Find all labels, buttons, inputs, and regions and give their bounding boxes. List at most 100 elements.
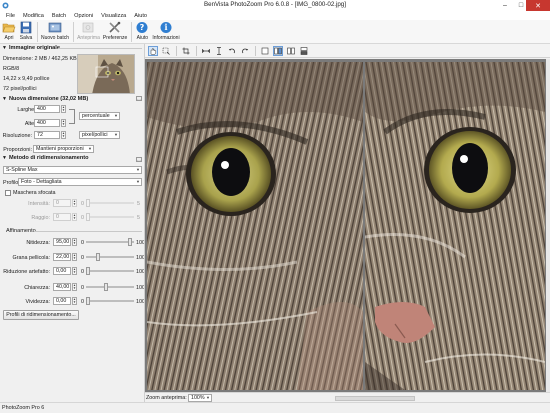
- method-options-button[interactable]: …: [136, 157, 142, 162]
- blur-mask-checkbox[interactable]: [5, 190, 11, 196]
- crop-button[interactable]: [181, 46, 191, 56]
- cat-image-original: [147, 62, 363, 390]
- sharpness-label: Nitidezza:: [26, 240, 50, 246]
- fit-height-button[interactable]: [214, 46, 224, 56]
- menu-help[interactable]: Aiuto: [130, 13, 151, 19]
- sharpness-input[interactable]: 95,00: [53, 238, 71, 246]
- brightness-min: 0: [81, 285, 84, 291]
- menu-batch[interactable]: Batch: [48, 13, 70, 19]
- rotate-left-button[interactable]: [227, 46, 237, 56]
- toolbar-separator: [73, 22, 75, 42]
- size-unit-select[interactable]: percentuale ▼: [79, 112, 120, 120]
- status-bar: PhotoZoom Pro 6: [0, 402, 550, 413]
- image-viewer[interactable]: [145, 59, 550, 392]
- vividness-min: 0: [81, 299, 84, 305]
- enlarged-preview-pane[interactable]: [365, 62, 545, 390]
- rotate-left-icon: [228, 48, 235, 53]
- artifact-slider[interactable]: [86, 267, 134, 275]
- intensity-input[interactable]: 0: [53, 199, 71, 207]
- vividness-max: 100: [136, 299, 145, 305]
- image-toolbar: [145, 44, 550, 58]
- height-input[interactable]: 400: [34, 119, 60, 127]
- new-batch-button[interactable]: Nuovo batch: [41, 20, 69, 41]
- grain-spinner[interactable]: ▲ ▼: [72, 253, 77, 261]
- original-preview-pane[interactable]: [147, 62, 363, 390]
- new-size-header[interactable]: ▼ Nuova dimensione (32,02 MB): [2, 96, 88, 102]
- height-spinner[interactable]: ▲ ▼: [61, 119, 66, 127]
- width-spinner[interactable]: ▲ ▼: [61, 105, 66, 113]
- radius-spinner[interactable]: ▲ ▼: [72, 213, 77, 221]
- profile-select[interactable]: Foto - Dettagliata ▼: [18, 178, 142, 186]
- original-thumbnail[interactable]: [77, 54, 135, 94]
- preview-button[interactable]: Anteprima: [77, 20, 100, 41]
- original-color-mode: RGB/8: [3, 66, 20, 72]
- resize-profiles-button[interactable]: Profili di ridimensionamento...: [3, 310, 79, 320]
- main-toolbar: Apri Salva Nuovo batch Anteprima Prefere…: [0, 20, 550, 44]
- close-button[interactable]: ✕: [526, 0, 550, 11]
- split-view-button[interactable]: [286, 46, 296, 56]
- grain-input[interactable]: 22,00: [53, 253, 71, 261]
- crop-view-button[interactable]: [161, 46, 171, 56]
- split-horizontal-view-button[interactable]: [299, 46, 309, 56]
- horizontal-scrollbar[interactable]: [335, 396, 415, 401]
- window-title: BenVista PhotoZoom Pro 6.0.8 - [IMG_0800…: [204, 1, 346, 8]
- width-input[interactable]: 400: [34, 105, 60, 113]
- single-view-icon: [261, 47, 269, 54]
- save-button[interactable]: Salva: [19, 20, 33, 41]
- resolution-spinner[interactable]: ▲ ▼: [61, 131, 66, 139]
- menu-view[interactable]: Visualizza: [97, 13, 130, 19]
- blur-mask-label: Maschera sfocata: [13, 190, 56, 196]
- method-header[interactable]: ▼ Metodo di ridimensionamento: [2, 155, 89, 161]
- radius-input[interactable]: 0: [53, 213, 71, 221]
- brightness-slider[interactable]: [86, 283, 134, 291]
- rotate-right-button[interactable]: [240, 46, 250, 56]
- fit-width-button[interactable]: [201, 46, 211, 56]
- single-view-button[interactable]: [260, 46, 270, 56]
- split-view-icon: [287, 47, 295, 54]
- original-image-header[interactable]: ▼ Immagine originale: [2, 45, 60, 51]
- grain-max: 100: [136, 255, 145, 261]
- help-button[interactable]: ? Aiuto: [135, 20, 149, 41]
- grain-label: Grana pellicola:: [12, 255, 50, 261]
- viewer-scrollbar[interactable]: [546, 59, 550, 392]
- intensity-spinner[interactable]: ▲ ▼: [72, 199, 77, 207]
- artifact-max: 100: [136, 269, 145, 275]
- folder-open-icon: [2, 23, 16, 33]
- fit-height-icon: [217, 46, 221, 55]
- menu-file[interactable]: File: [2, 13, 19, 19]
- vividness-slider[interactable]: [86, 297, 134, 305]
- radius-slider[interactable]: [86, 213, 134, 221]
- original-size-inches: 14,22 x 9,49 pollice: [3, 76, 50, 82]
- sharpness-spinner[interactable]: ▲ ▼: [72, 238, 77, 246]
- info-button[interactable]: i Informazioni: [152, 20, 180, 41]
- hand-icon: [150, 47, 157, 55]
- intensity-slider[interactable]: [86, 199, 134, 207]
- brightness-input[interactable]: 40,00: [53, 283, 71, 291]
- split-vertical-view-button[interactable]: [273, 45, 283, 56]
- zoom-select[interactable]: 100% ▼: [188, 394, 212, 402]
- intensity-max: 5: [137, 201, 140, 207]
- toolbar-separator: [37, 22, 38, 42]
- artifact-input[interactable]: 0,00: [53, 267, 71, 275]
- algorithm-select[interactable]: S-Spline Max ▼: [3, 166, 142, 174]
- grain-slider[interactable]: [86, 253, 134, 261]
- brightness-spinner[interactable]: ▲ ▼: [72, 283, 77, 291]
- menu-edit[interactable]: Modifica: [19, 13, 48, 19]
- preferences-button[interactable]: Preferenze: [103, 20, 127, 41]
- sharpness-slider[interactable]: [86, 238, 134, 246]
- menu-options[interactable]: Opzioni: [70, 13, 97, 19]
- thumbnail-options-button[interactable]: …: [136, 96, 142, 101]
- zoom-label: Zoom anteprima:: [146, 395, 187, 401]
- vividness-spinner[interactable]: ▲ ▼: [72, 297, 77, 305]
- pan-tool-button[interactable]: [148, 45, 158, 56]
- artifact-label: Riduzione artefatto:: [3, 269, 50, 275]
- rotate-right-icon: [242, 48, 249, 53]
- proportion-link-icon: [69, 109, 75, 124]
- vividness-label: Vividezza:: [25, 299, 50, 305]
- vividness-input[interactable]: 0,00: [53, 297, 71, 305]
- artifact-spinner[interactable]: ▲ ▼: [72, 267, 77, 275]
- resolution-input[interactable]: 72: [34, 131, 60, 139]
- proportions-select[interactable]: Mantieni proporzioni ▼: [33, 145, 94, 153]
- open-button[interactable]: Apri: [2, 20, 16, 41]
- resolution-unit-select[interactable]: pixel/pollici ▼: [79, 131, 120, 139]
